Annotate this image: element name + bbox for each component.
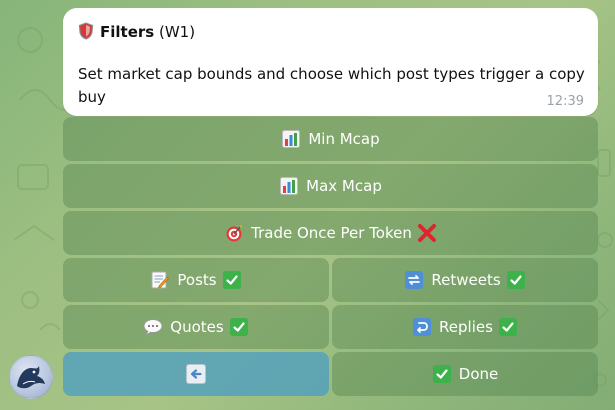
trade-once-label: Trade Once Per Token: [251, 224, 412, 242]
quotes-label: Quotes: [170, 318, 224, 336]
message-text: Set market cap bounds and choose which p…: [78, 65, 585, 106]
check-mark-icon: [432, 364, 452, 384]
replies-toggle-button[interactable]: Replies: [332, 305, 598, 349]
message-title-name: Filters: [100, 23, 155, 41]
left-arrow-icon: [186, 364, 206, 384]
posts-toggle-button[interactable]: Posts: [63, 258, 329, 302]
bar-chart-icon: [279, 176, 299, 196]
target-icon: [224, 223, 244, 243]
memo-icon: [150, 270, 170, 290]
bar-chart-icon: [281, 129, 301, 149]
done-label: Done: [458, 365, 499, 383]
min-mcap-button[interactable]: Min Mcap: [63, 117, 598, 161]
check-mark-icon: [506, 270, 526, 290]
done-button[interactable]: Done: [332, 352, 598, 396]
message-title-suffix: (W1): [158, 23, 196, 41]
message-title: Filters (W1): [78, 22, 195, 44]
shield-icon: [78, 22, 94, 44]
cross-mark-icon: [417, 223, 437, 243]
bird-icon: [17, 366, 45, 389]
back-button[interactable]: [63, 352, 329, 396]
check-mark-icon: [229, 317, 249, 337]
check-mark-icon: [222, 270, 242, 290]
posts-label: Posts: [177, 271, 217, 289]
retweets-toggle-button[interactable]: Retweets: [332, 258, 598, 302]
max-mcap-label: Max Mcap: [306, 177, 382, 195]
bot-message-bubble: Filters (W1) Set market cap bounds and c…: [63, 8, 598, 116]
trade-once-per-token-button[interactable]: Trade Once Per Token: [63, 211, 598, 255]
repeat-icon: [404, 270, 424, 290]
quotes-toggle-button[interactable]: Quotes: [63, 305, 329, 349]
speech-bubble-icon: [143, 317, 163, 337]
return-arrow-icon: [412, 317, 432, 337]
bot-avatar[interactable]: [9, 355, 53, 399]
replies-label: Replies: [439, 318, 493, 336]
min-mcap-label: Min Mcap: [308, 130, 380, 148]
message-time: 12:39: [546, 94, 584, 109]
retweets-label: Retweets: [431, 271, 501, 289]
max-mcap-button[interactable]: Max Mcap: [63, 164, 598, 208]
check-mark-icon: [498, 317, 518, 337]
